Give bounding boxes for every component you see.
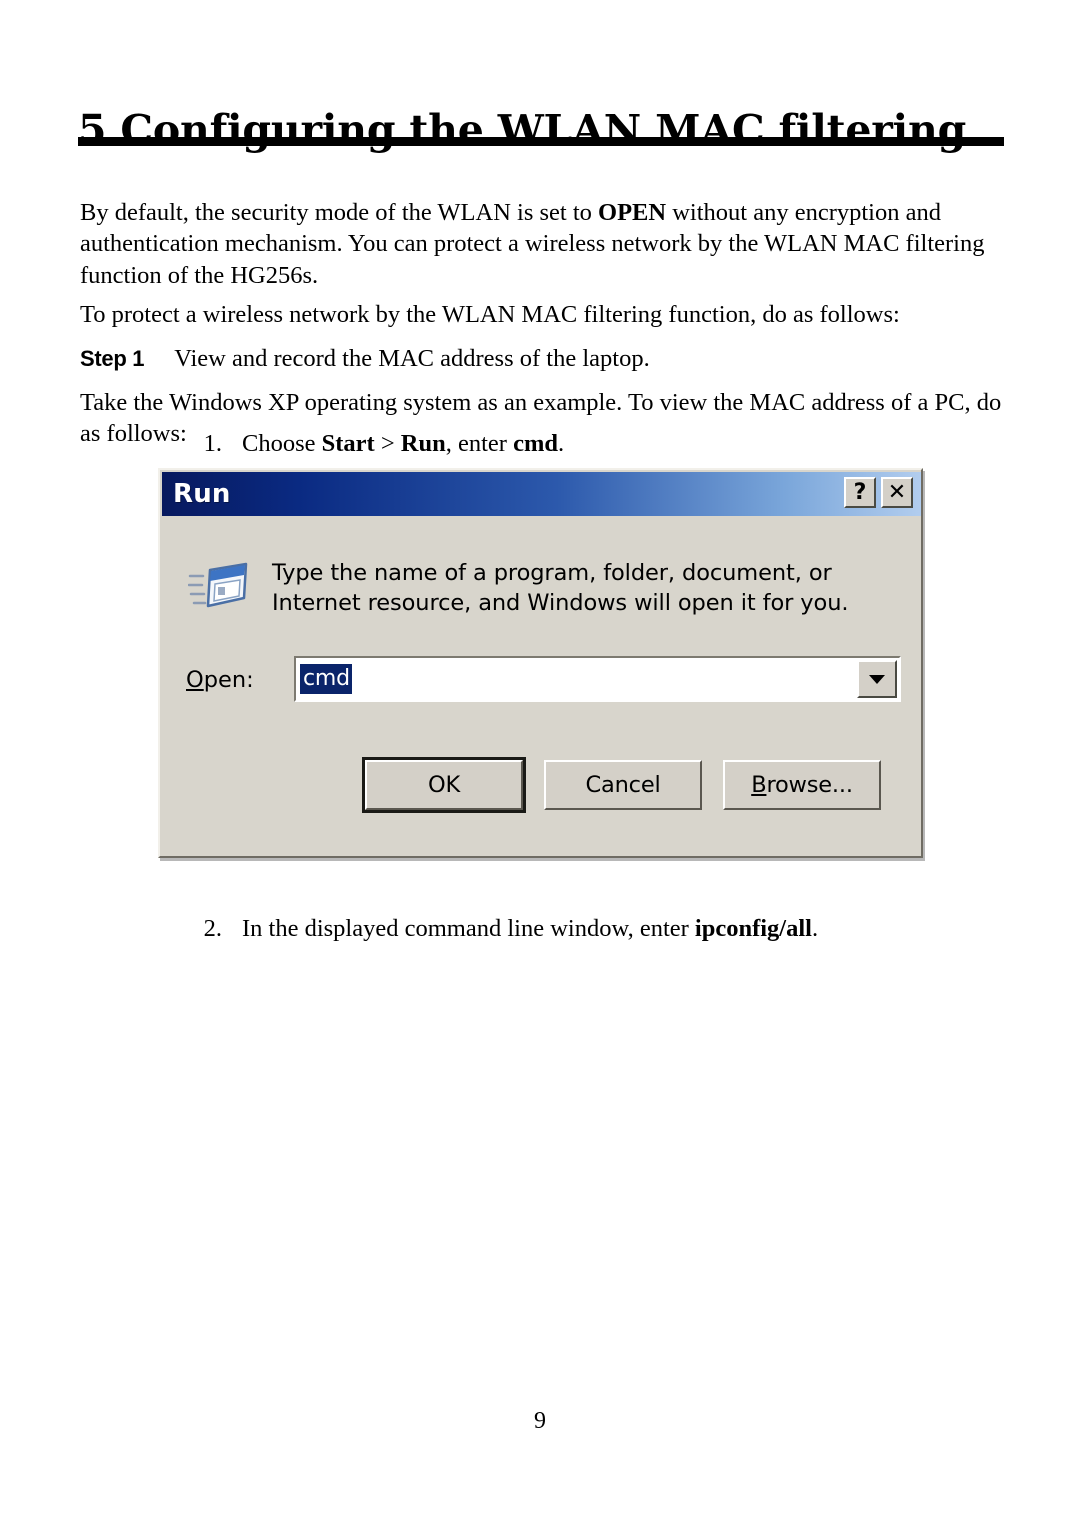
page-number: 9 <box>534 1408 546 1434</box>
list-1-bold-start: Start <box>321 430 375 457</box>
open-input-value[interactable]: cmd <box>300 664 352 694</box>
list-1-separator: > <box>374 430 401 457</box>
list-1-period: . <box>558 430 565 457</box>
run-window-icon <box>187 554 250 616</box>
intro-text-part1: By default, the security mode of the WLA… <box>80 198 599 226</box>
open-label-rest: pen: <box>203 667 254 693</box>
document-page: 5 Configuring the WLAN MAC filtering By … <box>0 0 1080 1529</box>
list-1-prefix: Choose <box>242 430 322 457</box>
chevron-down-glyph <box>869 674 885 684</box>
chevron-down-icon[interactable] <box>857 660 897 698</box>
list-1-bold-run: Run <box>400 430 446 457</box>
browse-accel: B <box>751 772 767 798</box>
open-field-row: Open: cmd <box>186 656 901 704</box>
list-item-text: In the displayed command line window, en… <box>242 913 1000 945</box>
run-dialog-button-row: OK Cancel Browse... <box>362 757 881 813</box>
browse-button[interactable]: Browse... <box>723 760 881 810</box>
open-combobox[interactable]: cmd <box>294 656 901 702</box>
open-field-label: Open: <box>186 667 254 693</box>
list-2-prefix: In the displayed command line window, en… <box>242 915 695 942</box>
browse-rest: rowse... <box>766 772 853 798</box>
step-text: View and record the MAC address of the l… <box>174 344 650 372</box>
run-message-line-1: Type the name of a program, folder, docu… <box>272 560 832 586</box>
run-dialog-screenshot: Run ? ✕ Type the name of a program, fold… <box>158 468 923 858</box>
paragraph-intro: By default, the security mode of the WLA… <box>80 197 1008 292</box>
run-dialog-title: Run <box>173 479 231 509</box>
list-2-bold-command: ipconfig/all <box>694 915 812 942</box>
list-item-number: 1. <box>203 430 222 457</box>
step-label: Step 1 <box>80 345 145 371</box>
title-rule <box>78 137 1004 146</box>
cancel-button[interactable]: Cancel <box>544 760 702 810</box>
help-icon[interactable]: ? <box>844 477 876 508</box>
list-item-number: 2. <box>203 915 222 942</box>
open-label-accel: O <box>186 667 204 693</box>
list-item: 1. Choose Start > Run, enter cmd. <box>180 428 1000 460</box>
list-item: 2. In the displayed command line window,… <box>180 913 1000 945</box>
paragraph-protect: To protect a wireless network by the WLA… <box>80 300 900 328</box>
close-icon[interactable]: ✕ <box>881 477 913 508</box>
page-title: 5 Configuring the WLAN MAC filtering <box>78 106 967 155</box>
run-message-line-2: Internet resource, and Windows will open… <box>272 590 849 616</box>
list-item-text: Choose Start > Run, enter cmd. <box>242 428 1000 460</box>
run-dialog-message: Type the name of a program, folder, docu… <box>272 558 892 618</box>
list-1-bold-cmd: cmd <box>513 430 558 457</box>
list-1-enter: , enter <box>445 430 514 457</box>
intro-open-bold: OPEN <box>598 198 667 226</box>
step-1-line: Step 1 View and record the MAC address of… <box>80 343 1008 375</box>
run-dialog-titlebar: Run ? ✕ <box>162 472 921 516</box>
ok-button[interactable]: OK <box>362 757 526 813</box>
list-2-period: . <box>811 915 819 942</box>
titlebar-buttons: ? ✕ <box>844 477 913 508</box>
